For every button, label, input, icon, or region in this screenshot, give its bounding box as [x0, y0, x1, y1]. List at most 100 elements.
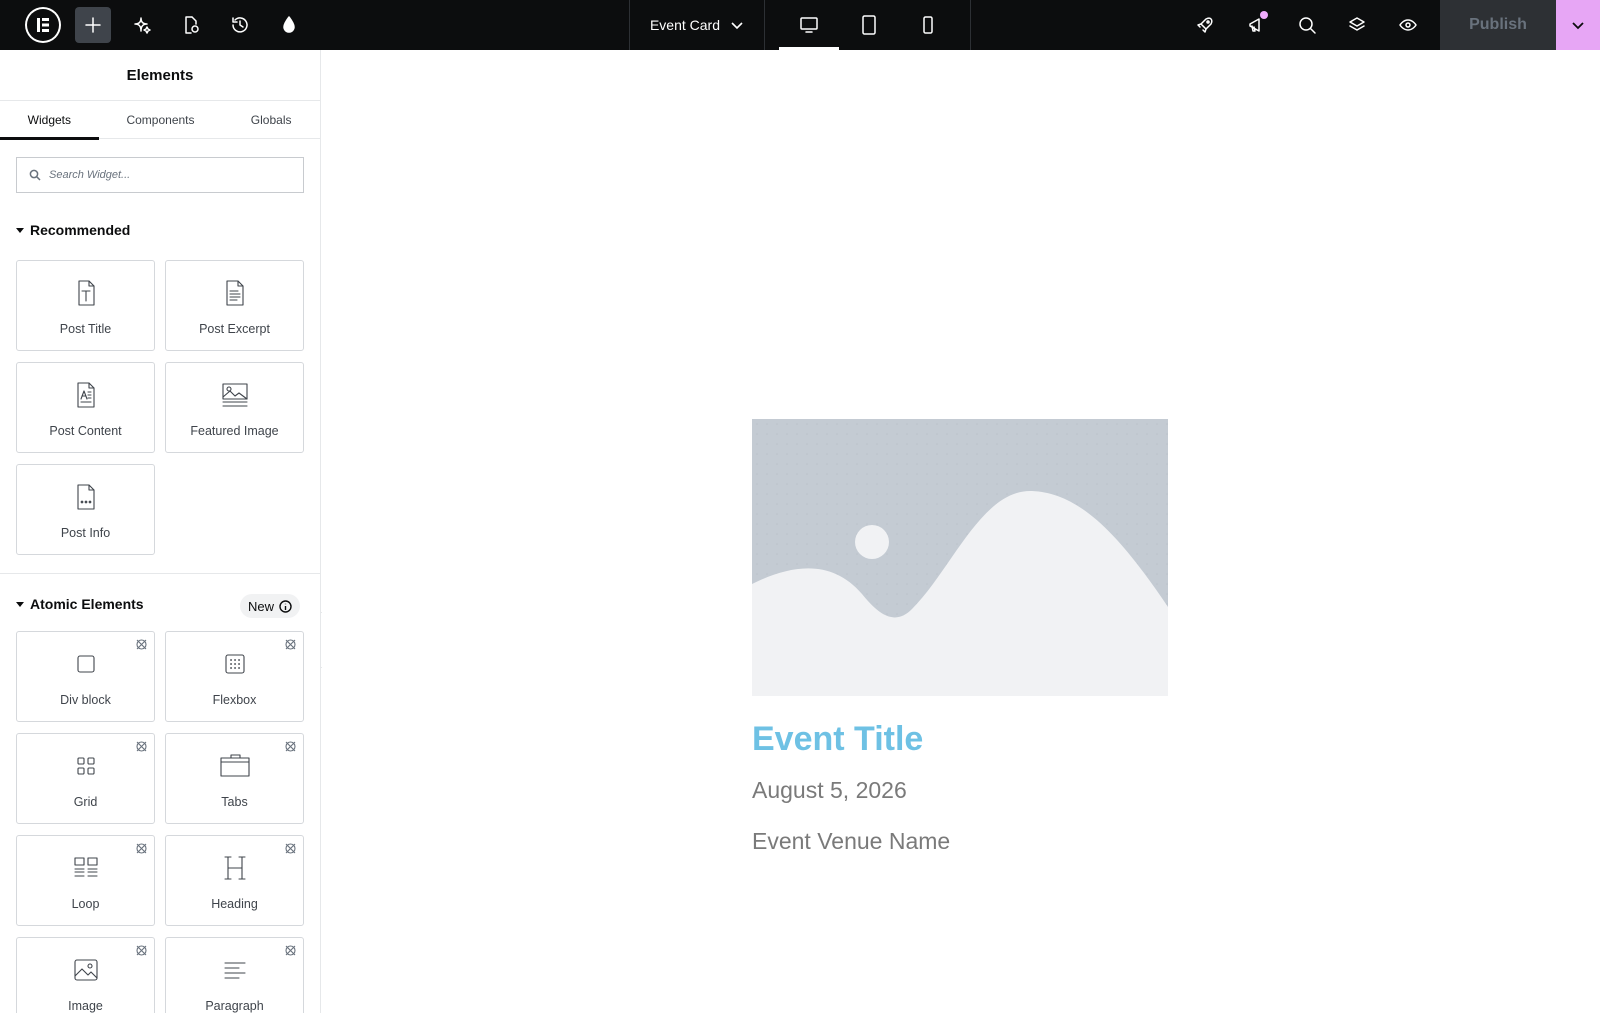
widget-grid[interactable]: Grid: [16, 733, 155, 824]
widget-post-title[interactable]: Post Title: [16, 260, 155, 351]
widget-label: Post Content: [49, 424, 122, 438]
tab-widgets[interactable]: Widgets: [0, 101, 99, 140]
new-badge[interactable]: New: [240, 594, 301, 618]
document-title: Event Card: [649, 17, 721, 33]
widget-label: Div block: [60, 693, 111, 707]
widget-paragraph[interactable]: Paragraph: [165, 937, 304, 1013]
mobile-icon: [923, 16, 933, 34]
structure-button[interactable]: [1339, 7, 1375, 43]
atomic-badge-icon: [135, 944, 148, 957]
desktop-view-button[interactable]: [779, 0, 839, 50]
widget-label: Post Title: [59, 322, 112, 336]
tablet-view-button[interactable]: [839, 0, 899, 50]
page-settings-button[interactable]: [173, 7, 209, 43]
desktop-icon: [800, 17, 818, 33]
widget-label: Post Info: [60, 526, 111, 540]
paragraph-icon: [219, 954, 251, 986]
post-info-icon: [70, 481, 102, 513]
info-icon: [279, 599, 292, 613]
recommended-section-toggle[interactable]: Recommended: [16, 222, 130, 238]
post-content-icon: [70, 379, 102, 411]
widget-label: Tabs: [221, 795, 248, 809]
publish-options-button[interactable]: [1556, 0, 1600, 50]
chevron-down-icon: [1572, 22, 1584, 30]
widget-search-box: [16, 157, 304, 193]
section-divider: [0, 573, 320, 574]
tab-components[interactable]: Components: [99, 101, 223, 139]
top-bar: Event Card Publish: [0, 0, 1600, 50]
launch-button[interactable]: [1187, 7, 1223, 43]
widget-label: Image: [68, 999, 103, 1013]
search-icon: [29, 169, 41, 181]
atomic-badge-icon: [135, 638, 148, 651]
atomic-badge-icon: [135, 740, 148, 753]
recommended-section-title: Recommended: [30, 222, 131, 238]
event-date[interactable]: August 5, 2026: [752, 777, 1168, 804]
elementor-logo-icon[interactable]: [25, 7, 61, 43]
atomic-badge-icon: [284, 740, 297, 753]
event-venue[interactable]: Event Venue Name: [752, 828, 1168, 855]
atomic-badge-icon: [135, 842, 148, 855]
notifications-button[interactable]: [1238, 7, 1274, 43]
publish-button[interactable]: Publish: [1440, 0, 1556, 50]
atomic-section-toggle[interactable]: Atomic Elements: [16, 596, 144, 612]
eye-icon: [1399, 19, 1417, 31]
ai-button[interactable]: [124, 7, 160, 43]
widget-label: Post Excerpt: [199, 322, 270, 336]
widget-featured-image[interactable]: Featured Image: [165, 362, 304, 453]
new-badge-label: New: [248, 598, 275, 614]
widget-image[interactable]: Image: [16, 937, 155, 1013]
featured-image-icon: [219, 379, 251, 411]
widget-heading[interactable]: Heading: [165, 835, 304, 926]
widget-label: Flexbox: [212, 693, 257, 707]
editor-canvas: Event Title August 5, 2026 Event Venue N…: [322, 50, 1600, 1013]
mobile-view-button[interactable]: [898, 0, 958, 50]
search-button[interactable]: [1289, 7, 1325, 43]
widget-label: Loop: [71, 897, 100, 911]
atomic-badge-icon: [284, 944, 297, 957]
widget-tabs[interactable]: Tabs: [165, 733, 304, 824]
tablet-icon: [862, 15, 876, 35]
atomic-badge-icon: [284, 842, 297, 855]
history-button[interactable]: [222, 7, 258, 43]
grid-icon: [70, 750, 102, 782]
heading-icon: [219, 852, 251, 884]
site-style-icon: [283, 16, 295, 33]
caret-down-icon: [16, 227, 24, 233]
search-icon: [1299, 17, 1316, 34]
event-title[interactable]: Event Title: [752, 720, 1168, 759]
panel-title: Elements: [0, 50, 320, 101]
caret-down-icon: [16, 601, 24, 607]
widget-post-info[interactable]: Post Info: [16, 464, 155, 555]
widget-label: Paragraph: [205, 999, 264, 1013]
atomic-badge-icon: [284, 638, 297, 651]
panel-tabs: Widgets Components Globals: [0, 101, 320, 140]
widget-post-content[interactable]: Post Content: [16, 362, 155, 453]
add-element-button[interactable]: [75, 7, 111, 43]
site-style-button[interactable]: [271, 7, 307, 43]
widget-post-excerpt[interactable]: Post Excerpt: [165, 260, 304, 351]
widget-div-block[interactable]: Div block: [16, 631, 155, 722]
layers-icon: [1349, 17, 1365, 31]
image-icon: [70, 954, 102, 986]
document-title-dropdown[interactable]: Event Card: [629, 0, 765, 50]
history-icon: [232, 17, 248, 33]
page-settings-icon: [185, 16, 199, 34]
loop-icon: [70, 852, 102, 884]
image-placeholder[interactable]: [752, 419, 1168, 696]
elements-panel: Elements Widgets Components Globals Reco…: [0, 50, 321, 1013]
widget-flexbox[interactable]: Flexbox: [165, 631, 304, 722]
tabs-icon: [219, 750, 251, 782]
widget-label: Featured Image: [190, 424, 279, 438]
event-card[interactable]: Event Title August 5, 2026 Event Venue N…: [752, 419, 1168, 855]
chevron-down-icon: [731, 22, 743, 30]
tab-globals[interactable]: Globals: [222, 101, 320, 139]
widget-loop[interactable]: Loop: [16, 835, 155, 926]
widget-label: Heading: [211, 897, 258, 911]
toolbar-divider: [970, 0, 971, 50]
preview-button[interactable]: [1390, 7, 1426, 43]
div-block-icon: [70, 648, 102, 680]
ai-sparkle-icon: [134, 17, 151, 34]
widget-search-input[interactable]: [49, 169, 289, 181]
plus-icon: [85, 17, 101, 33]
